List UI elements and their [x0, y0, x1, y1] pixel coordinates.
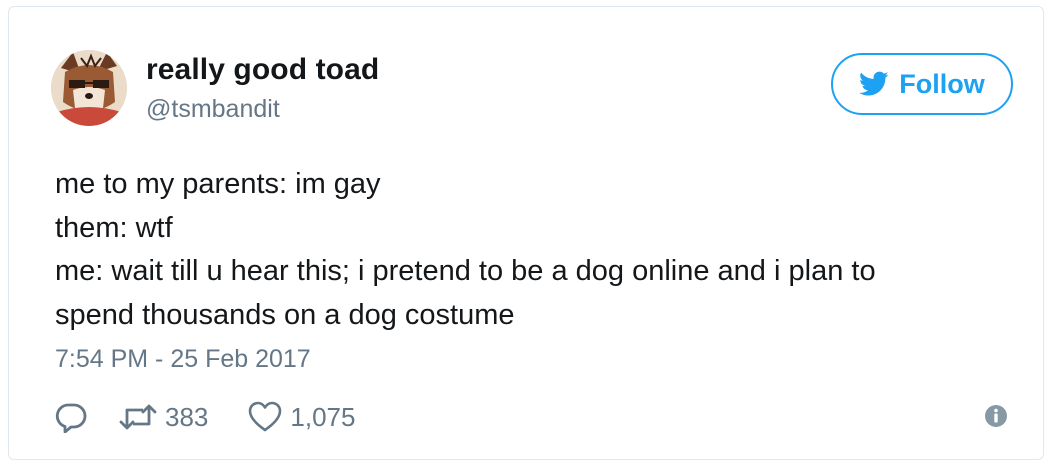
tweet-timestamp[interactable]: 7:54 PM - 25 Feb 2017 — [55, 345, 311, 374]
reply-button[interactable] — [55, 401, 87, 433]
like-count: 1,075 — [290, 401, 356, 432]
follow-button-label: Follow — [899, 68, 985, 99]
tweet-line: them: wtf — [55, 211, 173, 244]
retweet-button[interactable]: 383 — [119, 401, 208, 433]
tweet-card: really good toad @tsmbandit Follow me to… — [8, 6, 1044, 460]
avatar[interactable] — [51, 50, 127, 126]
tweet-actions: 383 1,075 — [55, 397, 355, 437]
dog-avatar-icon — [51, 50, 127, 126]
info-icon[interactable] — [984, 404, 1008, 428]
like-button[interactable]: 1,075 — [248, 401, 355, 433]
tweet-line: spend thousands on a dog costume — [55, 298, 515, 331]
user-handle[interactable]: @tsmbandit — [146, 95, 280, 124]
tweet-line: me: wait till u hear this; i pretend to … — [55, 255, 876, 287]
heart-icon — [249, 401, 282, 432]
tweet-text: me to my parents: im gay them: wtf me: w… — [55, 163, 1005, 337]
reply-icon — [55, 403, 87, 433]
info-icon-glyph — [985, 405, 1007, 427]
display-name[interactable]: really good toad — [146, 53, 379, 87]
retweet-count: 383 — [165, 401, 209, 432]
retweet-icon — [119, 404, 157, 430]
twitter-bird-icon — [859, 71, 889, 96]
tweet-line: me to my parents: im gay — [55, 168, 381, 200]
follow-button[interactable]: Follow — [831, 53, 1013, 115]
